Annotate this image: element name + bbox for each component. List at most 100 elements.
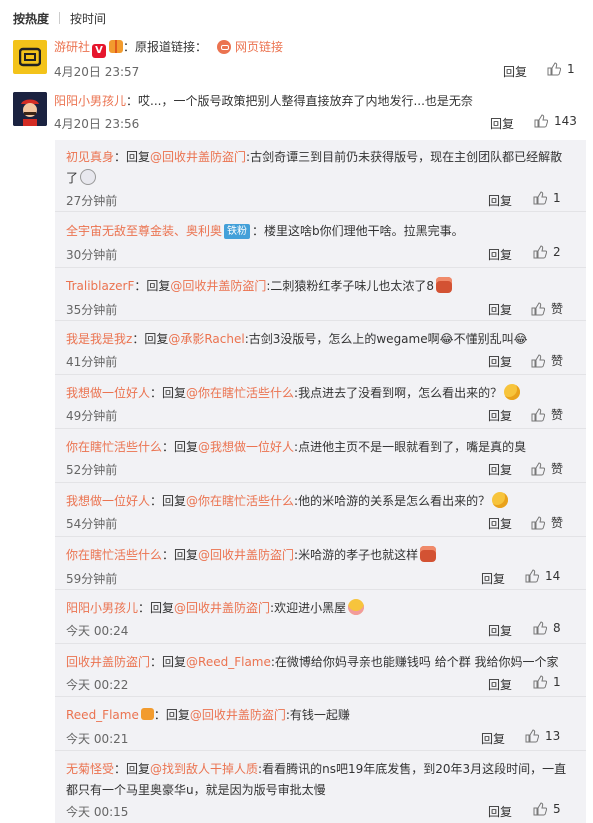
reply-time: 27分钟前 — [66, 194, 118, 208]
reply-divider — [55, 482, 586, 483]
reply-divider — [55, 428, 586, 429]
like-button[interactable]: 1 — [533, 675, 561, 689]
reply-username[interactable]: 回收井盖防盗门 — [66, 655, 150, 669]
like-button[interactable]: 143 — [534, 114, 577, 128]
reply-body: :二刺猿粉红孝子味儿也太浓了8 — [266, 279, 435, 293]
like-count: 14 — [545, 569, 561, 583]
comment-body: ：哎...，一个版号政策把别人整得直接放弃了内地发行...也是无奈 — [126, 94, 473, 108]
reply-item: 我想做一位好人：回复@你在瞎忙活些什么:他的米哈游的关系是怎么看出来的？ 54分… — [55, 484, 586, 537]
reply-time: 49分钟前 — [66, 409, 118, 423]
reply-username[interactable]: 初见真身 — [66, 150, 114, 164]
reply-text: 你在瞎忙活些什么：回复@我想做一位好人:点进他主页不是一眼就看到了，嘴是真的臭 — [66, 438, 526, 455]
like-count: 143 — [554, 114, 577, 128]
like-button[interactable]: 赞 — [531, 460, 563, 477]
mention-link[interactable]: @你在瞎忙活些什么 — [186, 494, 294, 508]
reply-item: 我想做一位好人：回复@你在瞎忙活些什么:我点进去了没看到啊，怎么看出来的？ 49… — [55, 376, 586, 429]
like-button[interactable]: 赞 — [531, 514, 563, 531]
reply-item: 你在瞎忙活些什么：回复@我想做一位好人:点进他主页不是一眼就看到了，嘴是真的臭 … — [55, 430, 586, 483]
reply-username[interactable]: 我想做一位好人 — [66, 386, 150, 400]
reply-username[interactable]: 阳阳小男孩儿 — [66, 601, 138, 615]
reply-username[interactable]: 我是我是我z — [66, 332, 132, 346]
mention-link[interactable]: @找到敌人干掉人质 — [150, 762, 258, 776]
reply-button[interactable]: 回复 — [481, 570, 505, 587]
reply-time: 52分钟前 — [66, 463, 118, 477]
link-icon — [217, 40, 232, 54]
reply-button[interactable]: 回复 — [488, 803, 512, 820]
sort-divider — [59, 12, 61, 24]
reply-divider — [55, 696, 586, 697]
mention-link[interactable]: @Reed_Flame — [186, 655, 271, 669]
mention-link[interactable]: @回收井盖防盗门 — [190, 708, 286, 722]
reply-button[interactable]: 回复 — [488, 407, 512, 424]
like-button[interactable]: 5 — [533, 802, 561, 816]
mention-link[interactable]: @我想做一位好人 — [198, 440, 294, 454]
reply-username[interactable]: 你在瞎忙活些什么 — [66, 548, 162, 562]
comment-time: 4月20日 23:56 — [54, 117, 140, 131]
reply-item: 我是我是我z：回复@承影Rachel:古剑3没版号，怎么上的wegame啊😂不懂… — [55, 322, 586, 375]
reply-username[interactable]: 你在瞎忙活些什么 — [66, 440, 162, 454]
reply-item: 回收井盖防盗门：回复@Reed_Flame:在微博给你妈寻亲也能赚钱吗 给个群 … — [55, 645, 586, 697]
web-link[interactable]: 网页链接 — [235, 40, 283, 54]
reply-username[interactable]: 无菊怪受 — [66, 762, 114, 776]
like-button[interactable]: 赞 — [531, 406, 563, 423]
like-button[interactable]: 8 — [533, 621, 561, 635]
mention-link[interactable]: @你在瞎忙活些什么 — [186, 386, 294, 400]
reply-prefix: ：回复 — [162, 548, 199, 562]
reply-prefix: ：回复 — [114, 150, 151, 164]
reply-time: 59分钟前 — [66, 572, 118, 586]
comment-username[interactable]: 游研社 — [54, 40, 90, 54]
reply-body: :古剑奇谭三到目前仍未获得版号，现在主创团队都已经解散 — [246, 150, 563, 164]
reply-button[interactable]: 回复 — [488, 676, 512, 693]
like-button[interactable]: 赞 — [531, 300, 563, 317]
reply-button[interactable]: 回复 — [488, 461, 512, 478]
reply-time: 41分钟前 — [66, 355, 118, 369]
reply-time: 今天 00:21 — [66, 732, 129, 746]
reply-text: TraliblazerF：回复@回收井盖防盗门:二刺猿粉红孝子味儿也太浓了8 — [66, 277, 453, 294]
like-button[interactable]: 2 — [533, 245, 561, 259]
sort-by-hot[interactable]: 按热度 — [13, 10, 49, 27]
mention-link[interactable]: @回收井盖防盗门 — [198, 548, 294, 562]
reply-button[interactable]: 回复 — [488, 353, 512, 370]
sort-by-time[interactable]: 按时间 — [70, 10, 106, 27]
reply-text-continued: 都只有一个马里奥豪华u，就是因为版号审批太慢 — [66, 781, 326, 798]
reply-divider — [55, 643, 586, 644]
like-button[interactable]: 赞 — [531, 352, 563, 369]
thumbs-up-icon — [531, 301, 545, 315]
reply-button[interactable]: 回复 — [503, 63, 527, 80]
reply-button[interactable]: 回复 — [490, 115, 514, 132]
verified-v-icon: V — [92, 44, 107, 58]
reply-username[interactable]: Reed_Flame — [66, 708, 139, 722]
reply-divider — [55, 536, 586, 537]
reply-username[interactable]: TraliblazerF — [66, 279, 134, 293]
avatar[interactable] — [13, 92, 47, 126]
reply-username[interactable]: 我想做一位好人 — [66, 494, 150, 508]
reply-button[interactable]: 回复 — [481, 730, 505, 747]
avatar[interactable] — [13, 40, 47, 74]
like-count: 2 — [553, 245, 561, 259]
mention-link[interactable]: @承影Rachel — [168, 332, 244, 346]
reply-button[interactable]: 回复 — [488, 246, 512, 263]
reply-text: 我想做一位好人：回复@你在瞎忙活些什么:我点进去了没看到啊，怎么看出来的？ — [66, 384, 521, 401]
mention-link[interactable]: @回收井盖防盗门 — [174, 601, 270, 615]
reply-button[interactable]: 回复 — [488, 622, 512, 639]
reply-username[interactable]: 全宇宙无敌至尊金装、奥利奥 — [66, 224, 222, 238]
mention-link[interactable]: @回收井盖防盗门 — [150, 150, 246, 164]
mention-link[interactable]: @回收井盖防盗门 — [170, 279, 266, 293]
like-button[interactable]: 14 — [525, 569, 560, 583]
like-count: 赞 — [551, 408, 564, 422]
reply-button[interactable]: 回复 — [488, 192, 512, 209]
reply-button[interactable]: 回复 — [488, 301, 512, 318]
reply-prefix: ：回复 — [162, 440, 199, 454]
gift-badge-icon — [109, 40, 124, 53]
like-button[interactable]: 1 — [533, 191, 561, 205]
reply-button[interactable]: 回复 — [488, 515, 512, 532]
reply-item: 初见真身：回复@回收井盖防盗门:古剑奇谭三到目前仍未获得版号，现在主创团队都已经… — [55, 140, 586, 212]
like-button[interactable]: 1 — [547, 62, 575, 76]
like-button[interactable]: 13 — [525, 729, 560, 743]
reply-body: :有钱一起赚 — [285, 708, 350, 722]
iron-fan-badge: 铁粉 — [224, 224, 251, 239]
reply-body: ：楼里这啥b你们理他干啥。拉黑完事。 — [252, 224, 464, 238]
comment-username[interactable]: 阳阳小男孩儿 — [54, 94, 126, 108]
like-count: 1 — [567, 62, 575, 76]
reply-text: 阳阳小男孩儿：回复@回收井盖防盗门:欢迎进小黑屋 — [66, 599, 365, 616]
